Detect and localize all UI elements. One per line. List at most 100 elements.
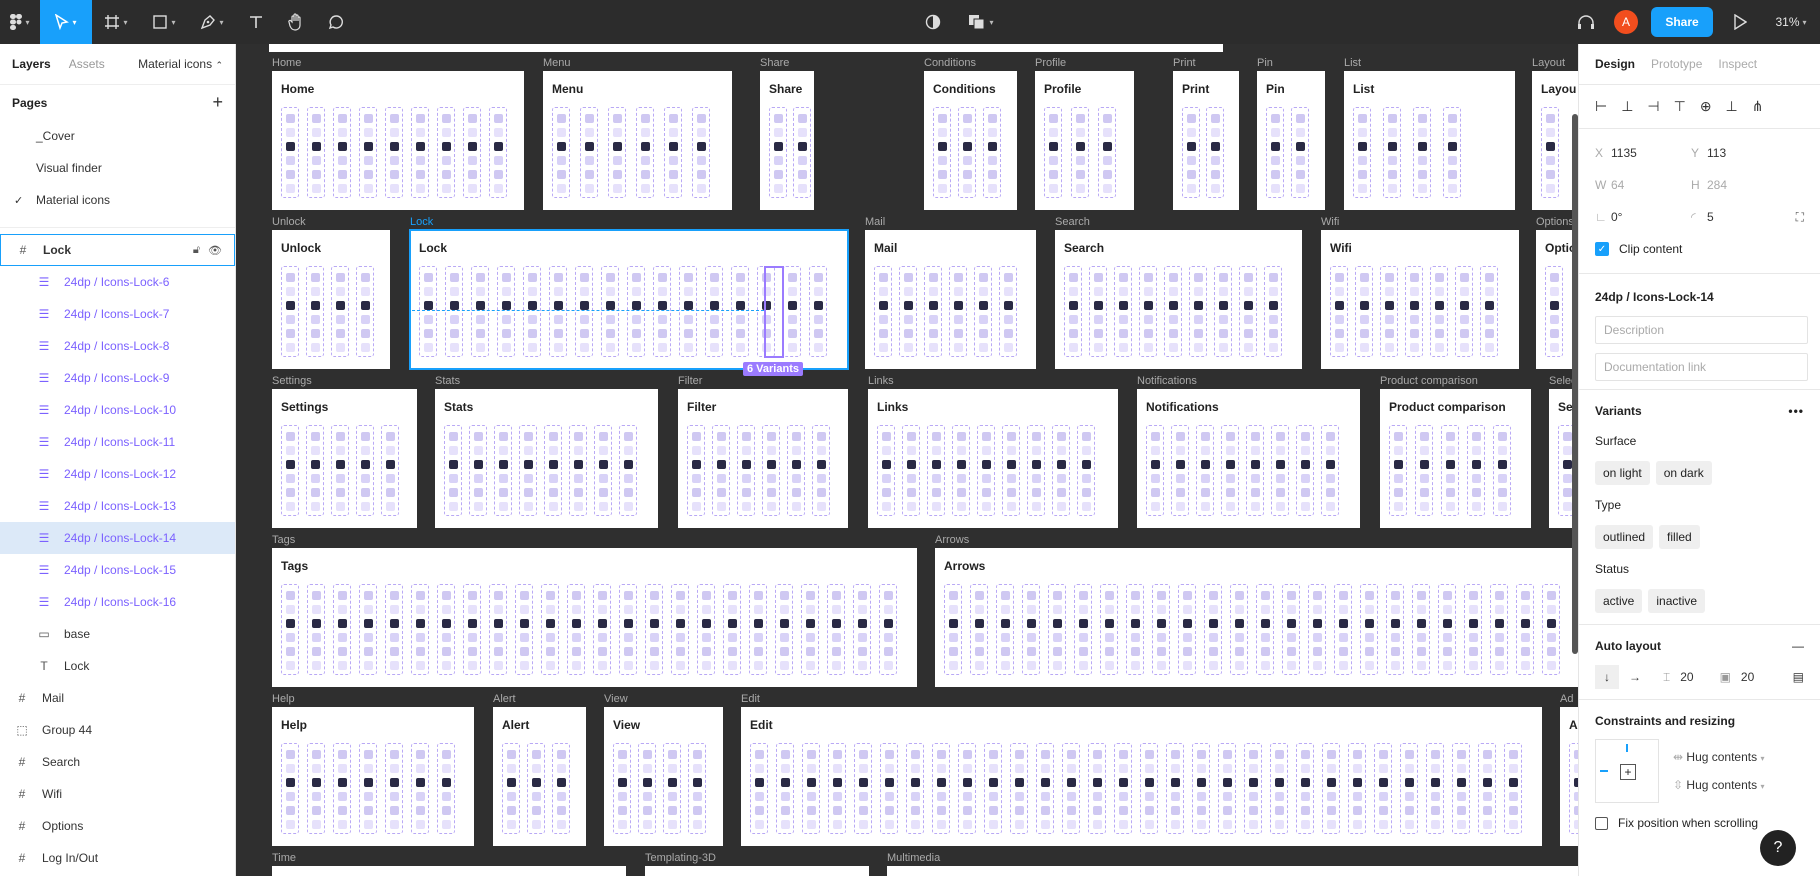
icon-variant-column[interactable] <box>281 743 299 834</box>
page-item-cover[interactable]: _Cover <box>0 120 235 152</box>
frame-name-label[interactable]: Conditions <box>924 57 976 69</box>
variant-option-chip[interactable]: outlined <box>1595 525 1654 549</box>
icon-variant-column[interactable] <box>359 107 377 198</box>
page-item-material-icons[interactable]: ✓ Material icons <box>0 184 235 216</box>
constraints-widget[interactable]: + <box>1595 739 1659 803</box>
icon-variant-column[interactable] <box>1493 425 1511 516</box>
icon-variant-column[interactable] <box>1196 425 1214 516</box>
variant-option-chip[interactable]: inactive <box>1648 589 1706 613</box>
frame-tool-button[interactable]: ▾ <box>92 0 140 44</box>
canvas-frame[interactable]: Home <box>272 71 524 210</box>
audio-button[interactable] <box>1566 0 1606 44</box>
icon-variant-column[interactable] <box>444 425 462 516</box>
canvas-frame[interactable]: A <box>1560 707 1578 846</box>
icon-variant-column[interactable] <box>502 743 520 834</box>
icon-variant-column[interactable] <box>463 107 481 198</box>
icon-variant-column[interactable] <box>1062 743 1080 834</box>
frame-name-label[interactable]: Options <box>1536 216 1574 228</box>
icon-variant-column[interactable] <box>281 584 299 675</box>
icon-variant-column[interactable] <box>1264 266 1282 357</box>
icon-variant-column[interactable] <box>1126 584 1144 675</box>
icon-variant-column[interactable] <box>1541 107 1559 198</box>
icon-variant-column[interactable] <box>1221 425 1239 516</box>
icon-variant-column[interactable] <box>359 584 377 675</box>
icon-variant-column[interactable] <box>636 107 654 198</box>
icon-variant-column[interactable] <box>879 584 897 675</box>
icon-variant-column[interactable] <box>692 107 710 198</box>
canvas-frame[interactable]: Alert <box>493 707 586 846</box>
icon-variant-column[interactable] <box>793 107 811 198</box>
icon-variant-column[interactable] <box>1355 266 1373 357</box>
layer-component-item[interactable]: ☰ 24dp / Icons-Lock-7 <box>0 298 235 330</box>
icon-variant-column[interactable] <box>1412 584 1430 675</box>
icon-variant-column[interactable] <box>463 584 481 675</box>
canvas-frame[interactable]: Notifications <box>1137 389 1360 528</box>
icon-variant-column[interactable] <box>1052 425 1070 516</box>
icon-variant-column[interactable] <box>523 266 541 357</box>
icon-variant-column[interactable] <box>899 266 917 357</box>
icon-variant-column[interactable] <box>1353 107 1371 198</box>
variant-option-chip[interactable]: on light <box>1595 461 1650 485</box>
icon-variant-column[interactable] <box>1246 425 1264 516</box>
icon-variant-column[interactable] <box>1441 425 1459 516</box>
icon-variant-column[interactable] <box>1100 584 1118 675</box>
component-menu-button[interactable]: ▾ <box>953 0 1009 44</box>
clip-content-checkbox[interactable]: ✓ <box>1595 242 1609 256</box>
frame-name-label[interactable]: Mail <box>865 216 885 228</box>
layer-top-frame[interactable]: # Log In/Out <box>0 842 235 874</box>
layer-component-item[interactable]: ☰ 24dp / Icons-Lock-13 <box>0 490 235 522</box>
layer-top-frame[interactable]: # Mail <box>0 682 235 714</box>
icon-variant-column[interactable] <box>984 743 1002 834</box>
frame-name-label[interactable]: Search <box>1055 216 1090 228</box>
icon-variant-column[interactable] <box>471 266 489 357</box>
icon-variant-column[interactable] <box>1044 107 1062 198</box>
icon-variant-column[interactable] <box>996 584 1014 675</box>
icon-variant-column[interactable] <box>1438 584 1456 675</box>
fix-position-checkbox[interactable] <box>1595 816 1608 830</box>
canvas-frame[interactable]: Settings <box>272 389 417 528</box>
icon-variant-column[interactable] <box>1077 425 1095 516</box>
icon-variant-column[interactable] <box>1002 425 1020 516</box>
frame-name-label[interactable]: Filter <box>678 375 702 387</box>
h-field[interactable]: H 284 <box>1691 169 1787 201</box>
icon-variant-column[interactable] <box>787 425 805 516</box>
icon-variant-column[interactable] <box>306 266 324 357</box>
layer-component-item[interactable]: ☰ 24dp / Icons-Lock-14 <box>0 522 235 554</box>
frame-name-label[interactable]: Home <box>272 57 301 69</box>
icon-variant-column[interactable] <box>307 107 325 198</box>
canvas-frame[interactable]: Product comparison <box>1380 389 1531 528</box>
align-right-icon[interactable]: ⊣ <box>1647 98 1659 115</box>
layer-top-frame[interactable]: # Wifi <box>0 778 235 810</box>
icon-variant-column[interactable] <box>1171 425 1189 516</box>
icon-variant-column[interactable] <box>1152 584 1170 675</box>
eye-icon[interactable]: 👁︎ <box>208 244 222 257</box>
layer-component-item[interactable]: ☰ 24dp / Icons-Lock-8 <box>0 330 235 362</box>
icon-variant-column[interactable] <box>1204 584 1222 675</box>
icon-variant-column[interactable] <box>1256 584 1274 675</box>
main-menu-button[interactable]: ▾ <box>0 0 40 44</box>
icon-variant-column[interactable] <box>333 743 351 834</box>
icon-variant-column[interactable] <box>575 266 593 357</box>
icon-variant-column[interactable] <box>1334 584 1352 675</box>
comment-tool-button[interactable] <box>316 0 356 44</box>
icon-variant-column[interactable] <box>1071 107 1089 198</box>
icon-variant-column[interactable] <box>1244 743 1262 834</box>
icon-variant-column[interactable] <box>281 425 299 516</box>
frame-name-label[interactable]: Menu <box>543 57 571 69</box>
icon-variant-column[interactable] <box>983 107 1001 198</box>
icon-variant-column[interactable] <box>541 584 559 675</box>
icon-variant-column[interactable] <box>619 584 637 675</box>
icon-variant-column[interactable] <box>1386 584 1404 675</box>
icon-variant-column[interactable] <box>411 743 429 834</box>
frame-name-label[interactable]: Print <box>1173 57 1196 69</box>
lock-icon[interactable]: 🔓︎ <box>193 244 200 257</box>
icon-variant-column[interactable] <box>1455 266 1473 357</box>
text-tool-button[interactable] <box>236 0 276 44</box>
present-button[interactable] <box>1718 0 1762 44</box>
frame-name-label[interactable]: Settings <box>272 375 312 387</box>
tab-layers[interactable]: Layers <box>12 57 51 71</box>
icon-variant-column[interactable] <box>731 266 749 357</box>
canvas-frame[interactable] <box>887 866 1578 876</box>
canvas-frame[interactable]: Tags <box>272 548 917 687</box>
padding-value[interactable]: 20 <box>1741 670 1754 684</box>
